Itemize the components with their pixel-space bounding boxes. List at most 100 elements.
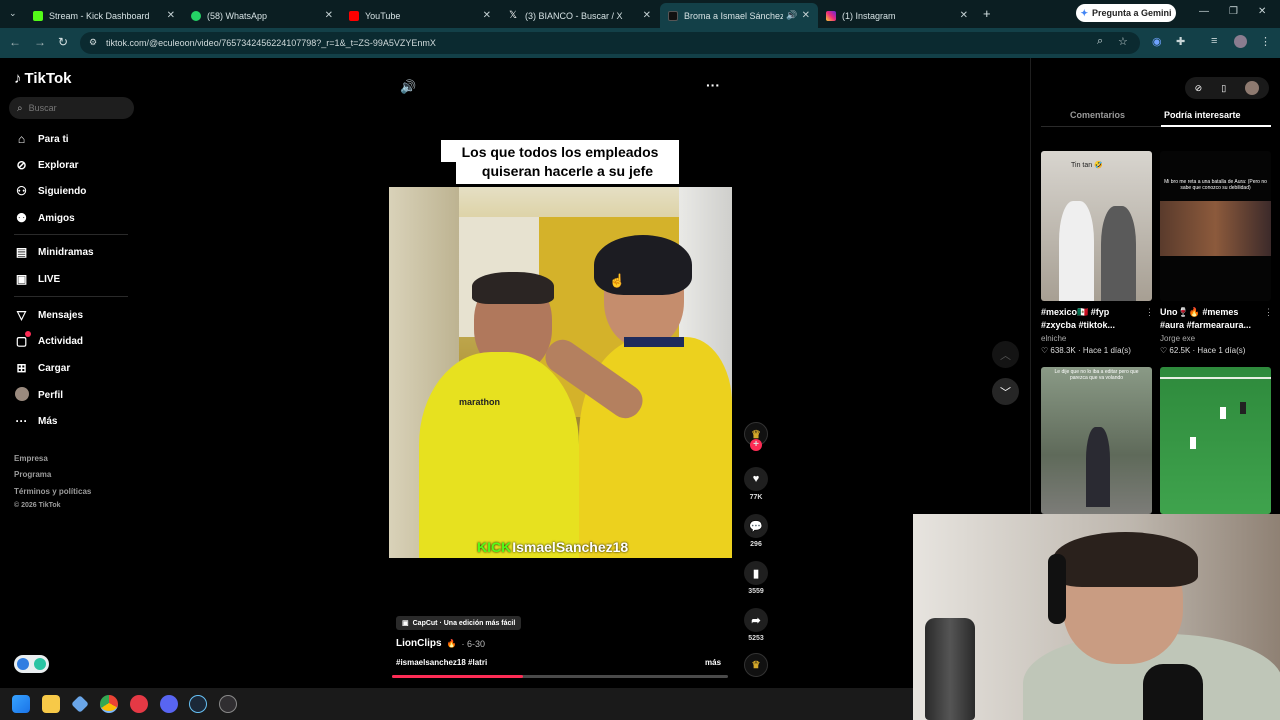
thumbnail-person [1101, 206, 1136, 301]
suggested-video-card[interactable] [1160, 367, 1271, 514]
tab-x-search[interactable]: 𝕏 (3) BIANCO - Buscar / X ✕ [501, 3, 659, 28]
footer-link-empresa[interactable]: Empresa [14, 454, 48, 463]
card-more-icon[interactable]: ⋮ [1264, 307, 1273, 318]
volume-icon[interactable]: 🔊 [400, 79, 416, 95]
extension-shield-icon[interactable]: ◉ [1152, 35, 1162, 48]
sidebar-item-explorar[interactable]: ⊘ Explorar [14, 158, 78, 172]
tiktok-logo[interactable]: ♪ TikTok [14, 70, 71, 87]
comment-icon: 💬 [744, 514, 768, 538]
comment-count: 296 [750, 541, 762, 548]
url-bar[interactable]: ⚙ tiktok.com/@eculeoon/video/76573424562… [80, 32, 1140, 54]
tab-instagram[interactable]: (1) Instagram ✕ [818, 3, 976, 28]
tab-kick-dashboard[interactable]: Stream - Kick Dashboard ✕ [25, 3, 183, 28]
sidebar-item-siguiendo[interactable]: ⚇ Siguiendo [14, 184, 86, 198]
more-description-button[interactable]: más [705, 658, 721, 667]
media-app-icon[interactable] [130, 695, 148, 713]
obs-icon[interactable] [219, 695, 237, 713]
video-author[interactable]: LionClips [396, 638, 442, 649]
comment-button[interactable]: 💬 296 [742, 514, 770, 548]
steam-icon[interactable] [189, 695, 207, 713]
profile-avatar-icon[interactable] [1234, 35, 1247, 48]
footer-link-programa[interactable]: Programa [14, 470, 51, 479]
suggested-video-card[interactable]: Mi bro me reta a una batalla de Aura: (P… [1160, 151, 1273, 355]
sidebar-item-actividad[interactable]: ▢ Actividad [14, 331, 84, 348]
chrome-menu-icon[interactable]: ⋮ [1260, 35, 1271, 48]
more-icon: ··· [15, 414, 28, 428]
capcut-label: CapCut · Una edición más fácil [412, 619, 516, 627]
app-icon[interactable] [71, 695, 89, 713]
video-author-row: LionClips 🔥 · 6-30 [396, 638, 485, 649]
tab-search-icon[interactable]: ⌄ [9, 8, 17, 19]
search-input[interactable]: ⌕ Buscar [9, 97, 134, 119]
get-app-toggle[interactable] [14, 655, 49, 673]
music-avatar[interactable]: ♛ [742, 653, 770, 680]
sidebar-item-minidramas[interactable]: ▤ Minidramas [14, 245, 94, 259]
device-icon[interactable]: ▯ [1221, 83, 1226, 94]
user-avatar-icon[interactable] [1245, 81, 1260, 95]
close-tab-icon[interactable]: ✕ [802, 10, 810, 21]
card-more-icon[interactable]: ⋮ [1145, 307, 1154, 318]
tab-tiktok-active[interactable]: Broma a Ismael Sánchez po 🔊 ✕ [660, 3, 818, 28]
video-hashtags[interactable]: #ismaelsanchez18 #latri [396, 658, 487, 667]
video-player[interactable]: marathon ☝ KICK IsmaelSanchez18 [389, 187, 732, 558]
next-video-button[interactable]: ﹀ [992, 378, 1019, 405]
forward-icon[interactable]: → [34, 35, 46, 49]
creator-avatar[interactable]: ♛ + [742, 422, 770, 451]
back-icon[interactable]: ← [9, 35, 21, 49]
tab-podria-interesarte[interactable]: Podría interesarte [1164, 110, 1241, 120]
x-favicon-icon: 𝕏 [509, 9, 518, 21]
sidebar-item-amigos[interactable]: ⚉ Amigos [14, 211, 75, 225]
restore-window-button[interactable]: ❐ [1229, 6, 1238, 17]
suggested-video-card[interactable]: Tin tan 🤣 #mexico🇲🇽 #fyp #zxycba #tiktok… [1041, 151, 1154, 355]
file-explorer-icon[interactable] [42, 695, 60, 713]
capcut-badge[interactable]: ▣ CapCut · Una edición más fácil [396, 616, 522, 630]
new-tab-button[interactable]: + [983, 6, 991, 21]
sidebar-item-cargar[interactable]: ⊞ Cargar [14, 361, 70, 375]
card-author: elniche [1041, 334, 1067, 343]
minimize-window-button[interactable]: — [1199, 6, 1209, 17]
share-button[interactable]: ➦ 5253 [742, 608, 770, 642]
close-tab-icon[interactable]: ✕ [325, 10, 333, 21]
close-tab-icon[interactable]: ✕ [483, 10, 491, 21]
player-dot [1220, 407, 1226, 419]
reload-icon[interactable]: ↻ [58, 35, 68, 49]
footer-link-terminos[interactable]: Términos y políticas [14, 487, 91, 496]
sidebar-item-para-ti[interactable]: ⌂ Para ti [14, 132, 69, 146]
follow-plus-icon[interactable]: + [750, 439, 762, 451]
audio-playing-icon[interactable]: 🔊 [786, 10, 797, 21]
discord-icon[interactable] [160, 695, 178, 713]
following-icon: ⚇ [16, 184, 27, 198]
windows-start-icon[interactable] [12, 695, 30, 713]
sidebar-item-mensajes[interactable]: ▽ Mensajes [14, 308, 83, 322]
home-icon: ⌂ [17, 132, 26, 146]
video-progress-track[interactable] [392, 675, 728, 678]
tab-comentarios[interactable]: Comentarios [1070, 110, 1125, 120]
like-button[interactable]: ♥ 77K [742, 467, 770, 501]
bookmark-icon: ▮ [744, 561, 768, 585]
extensions-puzzle-icon[interactable]: ✚ [1176, 35, 1185, 48]
close-tab-icon[interactable]: ✕ [960, 10, 968, 21]
zoom-icon[interactable]: ⌕ [1097, 35, 1103, 48]
site-info-icon[interactable]: ⚙ [89, 37, 97, 48]
sidebar-item-label: Cargar [38, 362, 71, 374]
save-button[interactable]: ▮ 3559 [742, 561, 770, 595]
tab-youtube[interactable]: YouTube ✕ [341, 3, 499, 28]
sidebar-item-live[interactable]: ▣ LIVE [14, 272, 60, 286]
video-more-options-icon[interactable]: ··· [706, 77, 720, 93]
previous-video-button[interactable]: ︿ [992, 341, 1019, 368]
tab-groups-icon[interactable]: ≡ [1211, 35, 1217, 47]
tab-label: Stream - Kick Dashboard [49, 10, 150, 21]
sidebar-item-perfil[interactable]: Perfil [14, 387, 63, 404]
card-time: Hace 1 día(s) [1082, 346, 1131, 355]
close-tab-icon[interactable]: ✕ [167, 10, 175, 21]
sidebar-item-label: Actividad [38, 335, 84, 347]
close-window-button[interactable]: ✕ [1258, 6, 1266, 17]
explore-icon[interactable]: ⊘ [1195, 83, 1203, 94]
tab-whatsapp[interactable]: (58) WhatsApp ✕ [183, 3, 341, 28]
suggested-video-card[interactable]: Le dije que no lo iba a editar pero que … [1041, 367, 1152, 514]
bookmark-star-icon[interactable]: ☆ [1118, 35, 1128, 48]
ask-gemini-button[interactable]: ✦ Pregunta a Gemini [1076, 4, 1176, 22]
sidebar-item-mas[interactable]: ··· Más [14, 414, 58, 428]
chrome-icon[interactable] [100, 695, 118, 713]
close-tab-icon[interactable]: ✕ [643, 10, 651, 21]
